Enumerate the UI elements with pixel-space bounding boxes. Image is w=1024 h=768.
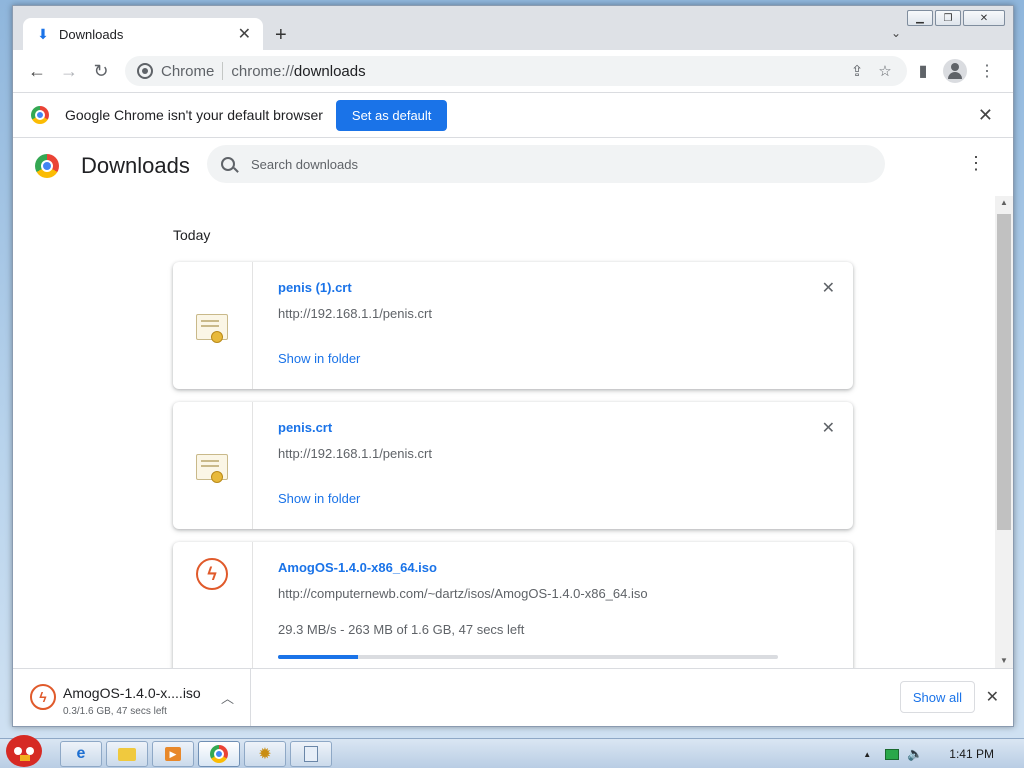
new-tab-button[interactable]: + bbox=[275, 24, 287, 47]
infobar-text: Google Chrome isn't your default browser bbox=[65, 107, 323, 123]
chevron-up-icon[interactable]: ︿ bbox=[221, 688, 234, 707]
file-icon-column bbox=[173, 262, 253, 389]
file-url: http://192.168.1.1/penis.crt bbox=[278, 306, 432, 321]
start-button[interactable] bbox=[2, 733, 46, 768]
tab-downloads[interactable]: ⬇ Downloads ✕ bbox=[23, 18, 263, 50]
certificate-file-icon bbox=[196, 454, 228, 483]
url-text[interactable]: chrome://downloads bbox=[231, 63, 843, 80]
download-icon: ⬇ bbox=[37, 26, 49, 42]
folder-icon bbox=[118, 747, 136, 761]
chrome-logo-icon bbox=[31, 106, 49, 124]
default-browser-infobar: Google Chrome isn't your default browser… bbox=[13, 92, 1013, 138]
show-all-button[interactable]: Show all bbox=[899, 681, 975, 713]
bookmark-star-icon[interactable]: ☆ bbox=[871, 62, 899, 80]
taskbar-document[interactable] bbox=[290, 741, 332, 767]
tab-title: Downloads bbox=[59, 26, 124, 42]
file-name-link[interactable]: penis.crt bbox=[278, 420, 332, 435]
taskbar-internet-explorer[interactable]: e bbox=[60, 741, 102, 767]
url-host: downloads bbox=[293, 62, 366, 80]
url-scheme: chrome:// bbox=[231, 62, 294, 80]
tab-search-button[interactable]: ⌄ bbox=[891, 26, 901, 40]
file-name-link[interactable]: AmogOS-1.4.0-x86_64.iso bbox=[278, 560, 437, 575]
forward-button[interactable]: → bbox=[53, 55, 85, 87]
page-menu-icon[interactable]: ⋮ bbox=[967, 154, 985, 172]
gear-icon: ✹ bbox=[258, 746, 272, 763]
back-button[interactable]: ← bbox=[21, 55, 53, 87]
address-bar[interactable]: Chrome chrome://downloads ⇪ ☆ bbox=[125, 56, 907, 86]
tab-strip: ⬇ Downloads ✕ + ⌄ bbox=[13, 6, 1013, 50]
remove-download-button[interactable]: ✕ bbox=[822, 278, 835, 298]
scroll-up-arrow-icon[interactable]: ▲ bbox=[995, 196, 1013, 210]
chrome-icon bbox=[210, 745, 228, 763]
minimize-icon: ▁ bbox=[916, 12, 924, 24]
scroll-down-arrow-icon[interactable]: ▼ bbox=[995, 654, 1013, 668]
reload-button[interactable]: ↻ bbox=[85, 55, 117, 87]
clock[interactable]: 1:41 PM bbox=[949, 747, 994, 761]
remove-download-button[interactable]: ✕ bbox=[822, 418, 835, 438]
progress-fill bbox=[278, 655, 358, 659]
download-status: 29.3 MB/s - 263 MB of 1.6 GB, 47 secs le… bbox=[278, 622, 525, 637]
file-url: http://computernewb.com/~dartz/isos/Amog… bbox=[278, 586, 648, 601]
page-title: Downloads bbox=[81, 153, 190, 178]
scroll-thumb[interactable] bbox=[997, 214, 1011, 530]
file-icon-column: ϟ bbox=[173, 542, 253, 668]
browser-window: ⬇ Downloads ✕ + ⌄ ▁ ❐ ✕ ← → ↻ Chrome chr… bbox=[12, 5, 1014, 727]
angry-bird-start-icon bbox=[6, 735, 42, 767]
download-card: penis (1).crt http://192.168.1.1/penis.c… bbox=[173, 262, 853, 389]
media-player-icon: ▶ bbox=[165, 747, 181, 761]
side-panel-icon[interactable]: ▮ bbox=[907, 61, 939, 81]
file-name-link[interactable]: penis (1).crt bbox=[278, 280, 352, 295]
shelf-file-status: 0.3/1.6 GB, 47 secs left bbox=[63, 706, 167, 717]
restore-icon: ❐ bbox=[943, 12, 953, 24]
minimize-button[interactable]: ▁ bbox=[907, 10, 933, 26]
internet-explorer-icon: e bbox=[76, 745, 86, 762]
restore-button[interactable]: ❐ bbox=[935, 10, 961, 26]
taskbar: e ▶ ✹ ▲ 🔈 1:41 PM bbox=[0, 735, 1024, 768]
document-icon bbox=[304, 746, 318, 762]
network-icon[interactable] bbox=[885, 748, 900, 760]
taskbar-chrome[interactable] bbox=[198, 741, 240, 767]
site-label: Chrome bbox=[161, 62, 215, 80]
profile-avatar[interactable] bbox=[943, 59, 967, 83]
chrome-logo-icon bbox=[35, 154, 59, 178]
taskbar-media-player[interactable]: ▶ bbox=[152, 741, 194, 767]
chrome-site-icon bbox=[137, 63, 153, 79]
certificate-file-icon bbox=[196, 314, 228, 343]
shelf-file-name: AmogOS-1.4.0-x....iso bbox=[63, 685, 201, 701]
download-card-in-progress: ϟ AmogOS-1.4.0-x86_64.iso http://compute… bbox=[173, 542, 853, 668]
section-date-label: Today bbox=[173, 227, 211, 243]
chrome-menu-icon[interactable]: ⋮ bbox=[971, 61, 1003, 81]
close-icon: ✕ bbox=[979, 12, 989, 24]
search-input[interactable] bbox=[251, 156, 851, 172]
volume-icon[interactable]: 🔈 bbox=[907, 746, 923, 762]
omnibox-divider bbox=[222, 62, 224, 80]
infobar-close-button[interactable]: ✕ bbox=[978, 105, 993, 126]
taskbar-explorer[interactable] bbox=[106, 741, 148, 767]
toolbar: ← → ↻ Chrome chrome://downloads ⇪ ☆ ▮ ⋮ bbox=[13, 50, 1013, 92]
search-downloads-box[interactable] bbox=[207, 145, 885, 183]
iso-file-icon: ϟ bbox=[30, 684, 56, 710]
shelf-close-button[interactable]: ✕ bbox=[986, 687, 999, 707]
iso-file-icon: ϟ bbox=[196, 558, 228, 590]
taskbar-settings[interactable]: ✹ bbox=[244, 741, 286, 767]
download-progress-bar bbox=[278, 655, 778, 659]
search-icon bbox=[221, 157, 235, 171]
show-in-folder-link[interactable]: Show in folder bbox=[278, 351, 360, 366]
set-as-default-button[interactable]: Set as default bbox=[335, 99, 448, 131]
shelf-download-item[interactable]: ϟ AmogOS-1.4.0-x....iso 0.3/1.6 GB, 47 s… bbox=[13, 669, 251, 726]
show-in-folder-link[interactable]: Show in folder bbox=[278, 491, 360, 506]
system-tray: ▲ 🔈 1:41 PM bbox=[863, 739, 1024, 768]
file-url: http://192.168.1.1/penis.crt bbox=[278, 446, 432, 461]
window-controls: ▁ ❐ ✕ bbox=[907, 10, 1005, 26]
tab-close-button[interactable]: ✕ bbox=[238, 24, 251, 44]
download-card: penis.crt http://192.168.1.1/penis.crt S… bbox=[173, 402, 853, 529]
close-window-button[interactable]: ✕ bbox=[963, 10, 1005, 26]
download-shelf: ϟ AmogOS-1.4.0-x....iso 0.3/1.6 GB, 47 s… bbox=[13, 668, 1013, 726]
page-scrollbar[interactable]: ▲ ▼ bbox=[995, 196, 1013, 668]
file-icon-column bbox=[173, 402, 253, 529]
downloads-page: Downloads ⋮ Today penis (1).crt http://1… bbox=[13, 138, 1013, 668]
share-icon[interactable]: ⇪ bbox=[843, 62, 871, 80]
tray-expand-icon[interactable]: ▲ bbox=[863, 750, 871, 759]
